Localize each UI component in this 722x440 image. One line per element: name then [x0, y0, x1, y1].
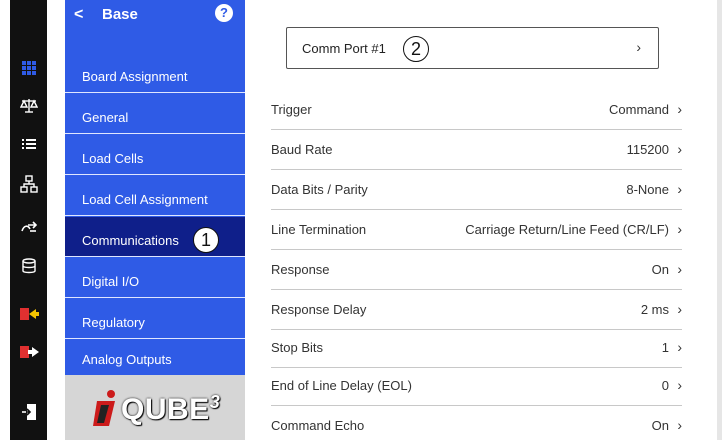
- logo-area: QUBE3: [65, 375, 245, 440]
- setting-row-end-of-line-delay[interactable]: End of Line Delay (EOL) 0 ›: [271, 366, 682, 406]
- setting-value: 115200: [626, 142, 669, 157]
- setting-key: Baud Rate: [271, 142, 333, 157]
- icon-rail: [10, 0, 47, 440]
- chevron-right-icon: ›: [677, 141, 682, 157]
- setting-value: Command: [609, 102, 669, 117]
- export-icon[interactable]: [10, 334, 47, 370]
- chevron-right-icon: ›: [677, 339, 682, 355]
- list-icon[interactable]: [10, 126, 47, 162]
- setting-value: On: [651, 262, 669, 277]
- setting-row-baud-rate[interactable]: Baud Rate 115200 ›: [271, 130, 682, 170]
- setting-row-response-delay[interactable]: Response Delay 2 ms ›: [271, 290, 682, 330]
- nav-title: Base: [102, 6, 138, 23]
- back-button[interactable]: <: [74, 6, 83, 24]
- comm-port-selector[interactable]: Comm Port #1 ›: [286, 27, 659, 69]
- setting-key: Command Echo: [271, 418, 365, 433]
- comm-port-label: Comm Port #1: [302, 41, 386, 56]
- nav-header: < Base ?: [65, 0, 245, 36]
- nav-item-load-cell-assignment[interactable]: Load Cell Assignment: [65, 176, 245, 216]
- chevron-right-icon: ›: [677, 261, 682, 277]
- nav-item-load-cells[interactable]: Load Cells: [65, 135, 245, 175]
- nav-item-digital-io[interactable]: Digital I/O: [65, 258, 245, 298]
- panel-scroll-edge: [717, 0, 722, 440]
- nav-item-label: General: [82, 110, 129, 125]
- nav-item-board-assignment[interactable]: Board Assignment: [65, 53, 245, 93]
- help-icon[interactable]: ?: [215, 4, 233, 22]
- grid-icon[interactable]: [10, 50, 47, 86]
- setting-row-line-termination[interactable]: Line Termination Carriage Return/Line Fe…: [271, 210, 682, 250]
- nav-item-label: Digital I/O: [82, 274, 140, 289]
- nav-item-label: Analog Outputs: [82, 352, 172, 367]
- setting-row-response[interactable]: Response On ›: [271, 250, 682, 290]
- setting-row-data-bits-parity[interactable]: Data Bits / Parity 8-None ›: [271, 170, 682, 210]
- setting-value: 1: [661, 340, 669, 355]
- iqube-logo-icon: [93, 390, 115, 426]
- setting-row-trigger[interactable]: Trigger Command ›: [271, 90, 682, 130]
- app-frame: < Base ? Board Assignment General Load C…: [0, 0, 722, 440]
- scale-icon[interactable]: [10, 88, 47, 124]
- network-icon[interactable]: [10, 166, 47, 202]
- setting-key: Stop Bits: [271, 340, 324, 355]
- chevron-right-icon: ›: [677, 417, 682, 433]
- import-icon[interactable]: [10, 296, 47, 332]
- logo-text: QUBE3: [121, 392, 221, 426]
- chevron-right-icon: ›: [636, 39, 641, 55]
- setting-key: Data Bits / Parity: [271, 182, 368, 197]
- setting-row-stop-bits[interactable]: Stop Bits 1 ›: [271, 328, 682, 368]
- database-icon[interactable]: [10, 248, 47, 284]
- setting-value: 2 ms: [640, 302, 669, 317]
- chevron-right-icon: ›: [677, 221, 682, 237]
- nav-item-label: Load Cell Assignment: [82, 192, 208, 207]
- nav-item-general[interactable]: General: [65, 94, 245, 134]
- chevron-right-icon: ›: [677, 377, 682, 393]
- setting-value: 0: [661, 378, 669, 393]
- setting-key: Response Delay: [271, 302, 367, 317]
- transfer-icon[interactable]: [10, 210, 47, 246]
- nav-item-label: Communications: [82, 233, 179, 248]
- nav-item-analog-outputs[interactable]: Analog Outputs: [65, 340, 245, 375]
- setting-key: Line Termination: [271, 222, 367, 237]
- nav-item-label: Board Assignment: [82, 69, 188, 84]
- chevron-right-icon: ›: [677, 101, 682, 117]
- setting-key: Trigger: [271, 102, 312, 117]
- nav-item-label: Regulatory: [82, 315, 145, 330]
- chevron-right-icon: ›: [677, 301, 682, 317]
- chevron-right-icon: ›: [677, 181, 682, 197]
- nav-item-regulatory[interactable]: Regulatory: [65, 299, 245, 339]
- nav-item-label: Load Cells: [82, 151, 144, 166]
- callout-1: 1: [193, 227, 219, 253]
- callout-2: 2: [403, 36, 429, 62]
- settings-nav: < Base ? Board Assignment General Load C…: [65, 0, 245, 375]
- setting-value: Carriage Return/Line Feed (CR/LF): [465, 222, 669, 237]
- setting-value: On: [651, 418, 669, 433]
- setting-key: End of Line Delay (EOL): [271, 378, 412, 393]
- setting-value: 8-None: [626, 182, 669, 197]
- login-icon[interactable]: [10, 394, 47, 430]
- setting-key: Response: [271, 262, 330, 277]
- setting-row-command-echo[interactable]: Command Echo On ›: [271, 406, 682, 440]
